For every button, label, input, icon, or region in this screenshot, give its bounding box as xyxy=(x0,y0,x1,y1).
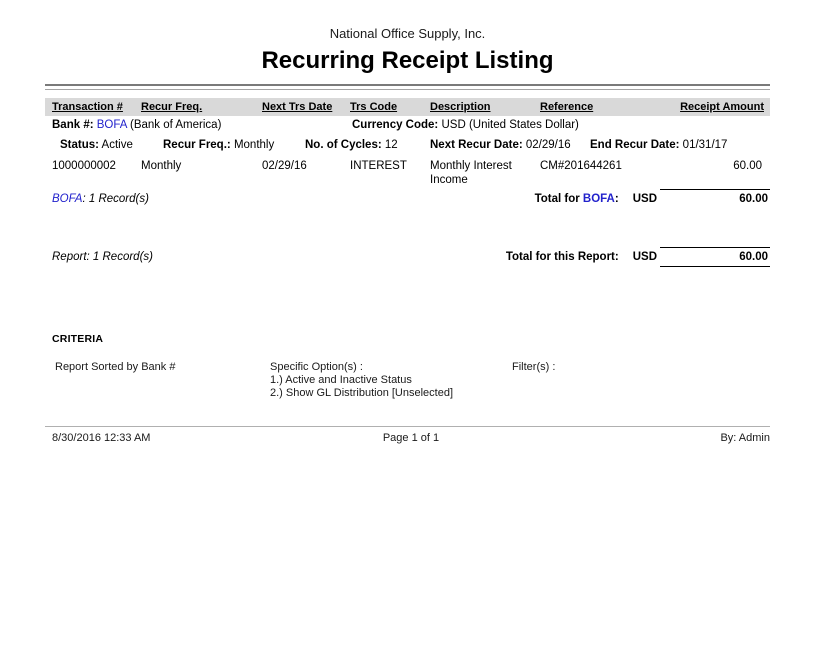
column-header-row: Transaction # Recur Freq. Next Trs Date … xyxy=(45,98,770,116)
cell-recur-freq: Monthly xyxy=(141,159,262,187)
status-field: Status: Active xyxy=(60,139,133,151)
report-total-label: Total for this Report: xyxy=(506,251,619,263)
report-total-amount: 60.00 xyxy=(660,247,770,267)
cycles-label: No. of Cycles: xyxy=(305,139,382,151)
currency-value: USD (United States Dollar) xyxy=(441,119,578,131)
end-recur-date-field: End Recur Date: 01/31/17 xyxy=(590,139,727,151)
header-double-rule xyxy=(45,84,770,90)
footer-author: By: Admin xyxy=(531,432,770,444)
bank-record-count: BOFA: 1 Record(s) xyxy=(52,189,149,205)
column-header-next-trs-date: Next Trs Date xyxy=(262,101,350,113)
column-header-recur-freq: Recur Freq. xyxy=(141,101,262,113)
bank-total-currency: USD xyxy=(633,193,657,205)
criteria-option-1: 1.) Active and Inactive Status xyxy=(270,374,453,387)
bank-name: (Bank of America) xyxy=(130,119,221,131)
criteria-filters-label: Filter(s) : xyxy=(512,361,555,374)
criteria-section: Report Sorted by Bank # Specific Option(… xyxy=(45,361,770,403)
recur-freq-label: Recur Freq.: xyxy=(163,139,231,151)
column-header-description: Description xyxy=(430,101,540,113)
report-body: Transaction # Recur Freq. Next Trs Date … xyxy=(45,84,770,444)
bank-label: Bank #: xyxy=(52,119,94,131)
end-recur-date-label: End Recur Date: xyxy=(590,139,679,151)
bank-total-label: Total for BOFA: xyxy=(535,193,619,205)
report-title: Recurring Receipt Listing xyxy=(0,47,815,75)
criteria-heading: CRITERIA xyxy=(45,333,770,345)
table-row: 1000000002 Monthly 02/29/16 INTEREST Mon… xyxy=(45,159,770,187)
report-total-row: Report: 1 Record(s) Total for this Repor… xyxy=(45,247,770,267)
currency-info: Currency Code: USD (United States Dollar… xyxy=(352,119,579,131)
cell-reference: CM#201644261 xyxy=(540,159,672,187)
bank-total-label-prefix: Total for xyxy=(535,193,583,205)
criteria-sorted-by: Report Sorted by Bank # xyxy=(55,361,175,374)
report-total-group: Total for this Report: USD 60.00 xyxy=(506,247,770,267)
bank-total-amount: 60.00 xyxy=(660,189,770,205)
company-name: National Office Supply, Inc. xyxy=(0,0,815,41)
report-page: National Office Supply, Inc. Recurring R… xyxy=(0,0,815,669)
next-recur-date-label: Next Recur Date: xyxy=(430,139,523,151)
status-value: Active xyxy=(102,139,133,151)
currency-label: Currency Code: xyxy=(352,119,438,131)
column-header-transaction: Transaction # xyxy=(52,101,141,113)
footer-page-number: Page 1 of 1 xyxy=(291,432,530,444)
footer-datetime: 8/30/2016 12:33 AM xyxy=(45,432,291,444)
bank-code: BOFA xyxy=(97,119,127,131)
criteria-options-label: Specific Option(s) : xyxy=(270,361,453,374)
footer: 8/30/2016 12:33 AM Page 1 of 1 By: Admin xyxy=(45,432,770,444)
recur-freq-value: Monthly xyxy=(234,139,274,151)
cell-trs-code: INTEREST xyxy=(350,159,430,187)
column-header-trs-code: Trs Code xyxy=(350,101,430,113)
cell-next-trs-date: 02/29/16 xyxy=(262,159,350,187)
bank-total-group: Total for BOFA: USD 60.00 xyxy=(535,189,770,205)
report-total-currency: USD xyxy=(633,251,657,263)
criteria-option-2: 2.) Show GL Distribution [Unselected] xyxy=(270,387,453,400)
column-header-reference: Reference xyxy=(540,101,672,113)
end-recur-date-value: 01/31/17 xyxy=(683,139,728,151)
bank-record-code: BOFA xyxy=(52,193,82,205)
next-recur-date-value: 02/29/16 xyxy=(526,139,571,151)
bank-total-row: BOFA: 1 Record(s) Total for BOFA: USD 60… xyxy=(45,189,770,205)
bank-total-label-colon: : xyxy=(615,193,619,205)
next-recur-date-field: Next Recur Date: 02/29/16 xyxy=(430,139,571,151)
column-header-receipt-amount: Receipt Amount xyxy=(672,101,767,113)
criteria-options: Specific Option(s) : 1.) Active and Inac… xyxy=(270,361,453,400)
bank-total-label-code: BOFA xyxy=(583,193,615,205)
cell-description: Monthly Interest Income xyxy=(430,159,540,187)
cell-amount: 60.00 xyxy=(672,159,770,187)
bank-info-line: Bank #: BOFA (Bank of America) Currency … xyxy=(45,119,770,133)
cell-transaction: 1000000002 xyxy=(52,159,141,187)
report-record-count: Report: 1 Record(s) xyxy=(52,247,153,263)
status-line: Status: Active Recur Freq.: Monthly No. … xyxy=(45,139,770,153)
cycles-field: No. of Cycles: 12 xyxy=(305,139,398,151)
bank-record-text: : 1 Record(s) xyxy=(82,193,148,205)
recur-freq-field: Recur Freq.: Monthly xyxy=(163,139,274,151)
footer-rule xyxy=(45,426,770,427)
status-label: Status: xyxy=(60,139,99,151)
cycles-value: 12 xyxy=(385,139,398,151)
